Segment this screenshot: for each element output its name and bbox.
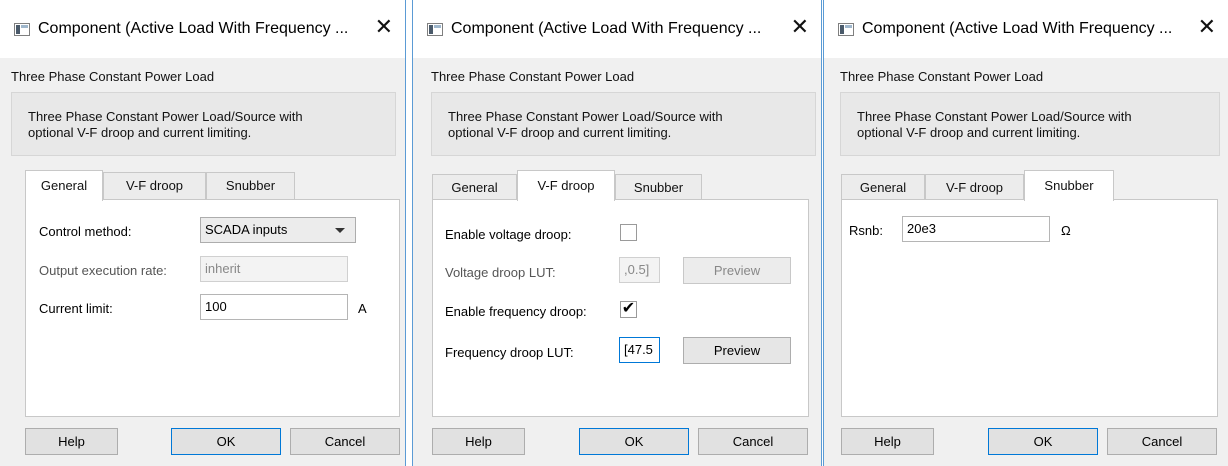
window-title: Component (Active Load With Frequency ..… [451, 20, 762, 37]
cancel-button[interactable]: Cancel [290, 428, 400, 455]
cancel-button[interactable]: Cancel [698, 428, 808, 455]
description-line-1: Three Phase Constant Power Load/Source w… [28, 109, 303, 124]
control-method-select[interactable]: SCADA inputs [200, 217, 356, 243]
ok-button[interactable]: OK [579, 428, 689, 455]
dialog-vf-droop: Component (Active Load With Frequency ..… [412, 0, 822, 466]
voltage-preview-button[interactable]: Preview [683, 257, 791, 284]
app-window-icon [427, 23, 443, 36]
tab-snubber[interactable]: Snubber [615, 174, 702, 201]
enable-frequency-droop-checkbox[interactable]: ✔ [620, 301, 637, 318]
window-title: Component (Active Load With Frequency ..… [862, 20, 1173, 37]
app-window-icon [14, 23, 30, 36]
exec-rate-label: Output execution rate: [39, 263, 167, 278]
ok-button[interactable]: OK [988, 428, 1098, 455]
description-line-2: optional V-F droop and current limiting. [28, 125, 252, 140]
tab-general[interactable]: General [841, 174, 925, 201]
dialog-snubber: Component (Active Load With Frequency ..… [823, 0, 1228, 466]
tab-vf-droop[interactable]: V-F droop [517, 170, 615, 201]
help-button[interactable]: Help [25, 428, 118, 455]
exec-rate-input[interactable]: inherit [200, 256, 348, 282]
rsnb-input[interactable]: 20e3 [902, 216, 1050, 242]
tab-general[interactable]: General [432, 174, 517, 201]
current-limit-unit: A [358, 301, 367, 316]
rsnb-unit: Ω [1061, 223, 1071, 238]
description-line-1: Three Phase Constant Power Load/Source w… [857, 109, 1132, 124]
tab-vf-droop[interactable]: V-F droop [103, 172, 206, 199]
close-icon[interactable]: ✕ [791, 16, 809, 38]
cancel-button[interactable]: Cancel [1107, 428, 1217, 455]
checkmark-icon: ✔ [621, 300, 636, 317]
close-icon[interactable]: ✕ [375, 16, 393, 38]
window-title: Component (Active Load With Frequency ..… [38, 20, 349, 37]
tab-vf-droop[interactable]: V-F droop [925, 174, 1024, 201]
description-box: Three Phase Constant Power Load/Source w… [431, 92, 816, 156]
frequency-droop-lut-input[interactable]: [47.5 [619, 337, 660, 363]
component-type-label: Three Phase Constant Power Load [11, 69, 215, 84]
description-box: Three Phase Constant Power Load/Source w… [11, 92, 396, 156]
help-button[interactable]: Help [841, 428, 934, 455]
tab-panel-vf-droop: Enable voltage droop: Voltage droop LUT:… [432, 199, 809, 417]
tab-snubber[interactable]: Snubber [1024, 170, 1114, 201]
description-line-2: optional V-F droop and current limiting. [857, 125, 1081, 140]
tab-panel-snubber: Rsnb: 20e3 Ω [841, 199, 1218, 417]
component-type-label: Three Phase Constant Power Load [431, 69, 635, 84]
close-icon[interactable]: ✕ [1198, 16, 1216, 38]
dialog-general: Component (Active Load With Frequency ..… [0, 0, 406, 466]
component-type-label: Three Phase Constant Power Load [840, 69, 1044, 84]
enable-frequency-droop-label: Enable frequency droop: [445, 304, 587, 319]
tab-panel-general: Control method: SCADA inputs Output exec… [25, 199, 400, 417]
chevron-down-icon [335, 228, 345, 233]
frequency-preview-button[interactable]: Preview [683, 337, 791, 364]
title-bar: Component (Active Load With Frequency ..… [824, 0, 1228, 58]
frequency-droop-lut-label: Frequency droop LUT: [445, 345, 574, 360]
control-method-label: Control method: [39, 224, 132, 239]
tab-general[interactable]: General [25, 170, 103, 201]
rsnb-label: Rsnb: [849, 223, 883, 238]
ok-button[interactable]: OK [171, 428, 281, 455]
title-bar: Component (Active Load With Frequency ..… [413, 0, 821, 58]
current-limit-label: Current limit: [39, 301, 113, 316]
enable-voltage-droop-label: Enable voltage droop: [445, 227, 572, 242]
voltage-droop-lut-input[interactable]: ,0.5] [619, 257, 660, 283]
enable-voltage-droop-checkbox[interactable] [620, 224, 637, 241]
description-line-1: Three Phase Constant Power Load/Source w… [448, 109, 723, 124]
voltage-droop-lut-label: Voltage droop LUT: [445, 265, 556, 280]
control-method-value: SCADA inputs [205, 222, 288, 237]
app-window-icon [838, 23, 854, 36]
description-line-2: optional V-F droop and current limiting. [448, 125, 672, 140]
help-button[interactable]: Help [432, 428, 525, 455]
description-box: Three Phase Constant Power Load/Source w… [840, 92, 1220, 156]
title-bar: Component (Active Load With Frequency ..… [0, 0, 405, 58]
current-limit-input[interactable]: 100 [200, 294, 348, 320]
tab-snubber[interactable]: Snubber [206, 172, 295, 199]
